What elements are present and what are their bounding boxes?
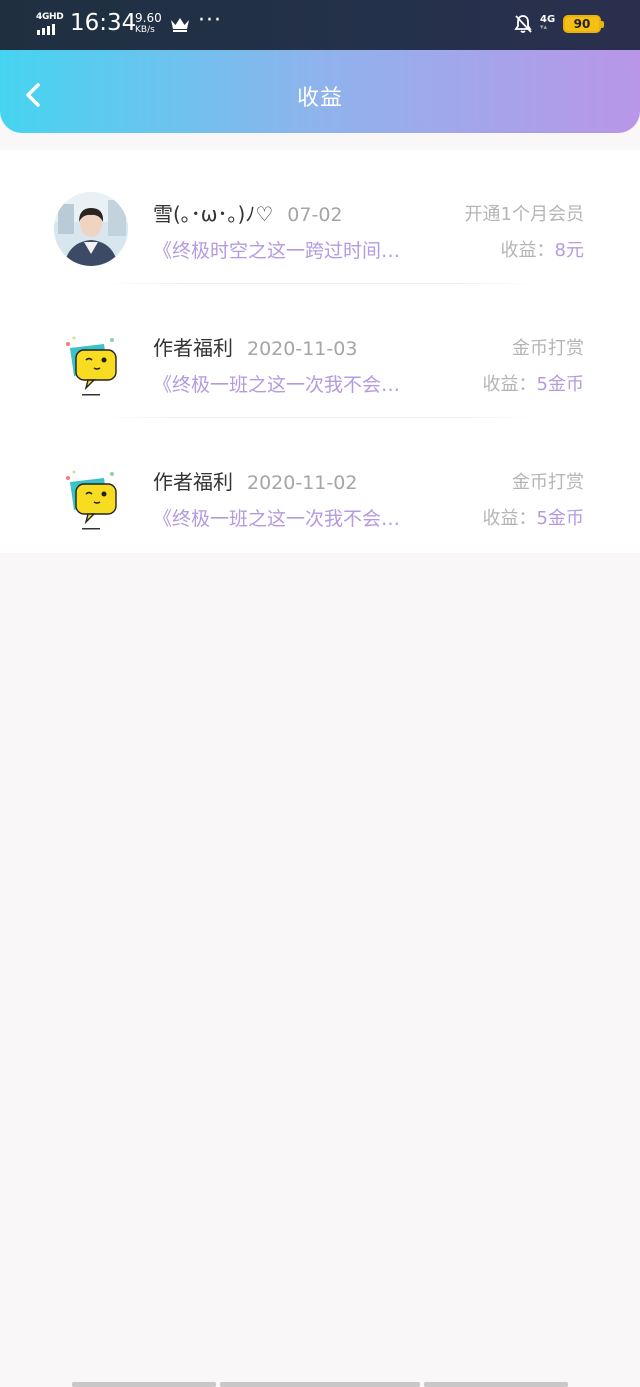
earning-type: 金币打赏 bbox=[512, 472, 584, 493]
nav-indicator-left bbox=[72, 1382, 216, 1387]
chat-bubble-mascot-avatar bbox=[54, 460, 128, 534]
earning-value: 5金币 bbox=[536, 508, 584, 529]
row-date: 2020-11-02 bbox=[247, 472, 358, 494]
network-type: 4G ▾▴ bbox=[540, 14, 556, 31]
speed-unit: KB/s bbox=[135, 25, 155, 35]
chat-bubble-mascot-avatar bbox=[54, 326, 128, 400]
row-date: 07-02 bbox=[287, 204, 343, 226]
nav-indicator-center bbox=[220, 1382, 420, 1387]
network-speed: 9.60 KB/s bbox=[135, 12, 162, 36]
user-photo-avatar bbox=[54, 192, 128, 266]
more-dots-icon: ··· bbox=[198, 8, 222, 33]
earning-label: 收益： bbox=[482, 374, 537, 395]
earning-value: 5金币 bbox=[536, 374, 584, 395]
network-tag: 4GHD bbox=[36, 12, 64, 22]
user-name: 作者福利 bbox=[153, 470, 233, 494]
signal-icon: 4GHD bbox=[35, 12, 64, 36]
bell-off-icon bbox=[513, 14, 533, 38]
nav-indicator-right bbox=[424, 1382, 568, 1387]
earning-amount: 收益：8元 bbox=[501, 236, 584, 262]
earnings-row[interactable]: 作者福利 2020-11-03 《终极一班之这一次我不会… 金币打赏 收益：5金币 bbox=[0, 284, 640, 418]
speed-value: 9.60 bbox=[135, 11, 162, 25]
app-header: 收益 bbox=[0, 50, 640, 133]
clock: 16:34 bbox=[70, 10, 137, 36]
page-title: 收益 bbox=[296, 86, 343, 111]
row-date: 2020-11-03 bbox=[247, 338, 358, 360]
earning-amount: 收益：5金币 bbox=[483, 504, 584, 530]
battery-icon: 90 bbox=[563, 15, 604, 33]
earning-label: 收益： bbox=[482, 508, 537, 529]
earning-amount: 收益：5金币 bbox=[483, 370, 584, 396]
earning-type: 开通1个月会员 bbox=[464, 204, 584, 225]
book-link[interactable]: 《终极一班之这一次我不会… bbox=[153, 504, 449, 531]
earnings-row[interactable]: 作者福利 2020-11-02 《终极一班之这一次我不会… 金币打赏 收益：5金币 bbox=[0, 418, 640, 552]
earning-value: 8元 bbox=[554, 240, 584, 261]
earning-type: 金币打赏 bbox=[512, 338, 584, 359]
earnings-list: 雪(｡･ω･｡)ﾉ♡ 07-02 《终极时空之这一跨过时间… 开通1个月会员 收益… bbox=[0, 150, 640, 553]
user-name: 雪(｡･ω･｡)ﾉ♡ bbox=[153, 202, 274, 226]
row-title: 作者福利 2020-11-03 bbox=[153, 332, 357, 361]
user-name: 作者福利 bbox=[153, 336, 233, 360]
crown-icon bbox=[170, 16, 190, 36]
status-bar: 4GHD 16:34 9.60 KB/s ··· 4G ▾▴ 90 bbox=[0, 0, 640, 50]
book-link[interactable]: 《终极一班之这一次我不会… bbox=[153, 370, 449, 397]
row-title: 雪(｡･ω･｡)ﾉ♡ 07-02 bbox=[153, 198, 343, 227]
earnings-row[interactable]: 雪(｡･ω･｡)ﾉ♡ 07-02 《终极时空之这一跨过时间… 开通1个月会员 收益… bbox=[0, 150, 640, 284]
row-title: 作者福利 2020-11-02 bbox=[153, 466, 357, 495]
earning-label: 收益： bbox=[500, 240, 555, 261]
book-link[interactable]: 《终极时空之这一跨过时间… bbox=[153, 236, 449, 263]
